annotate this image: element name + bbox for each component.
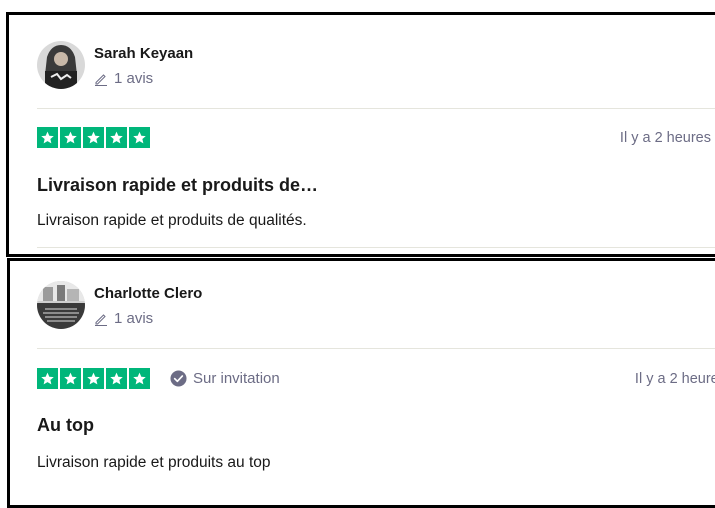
- star-icon: [106, 368, 127, 389]
- rating-row: Il y a 2 heures: [37, 127, 711, 148]
- review-body: Livraison rapide et produits de qualités…: [37, 212, 307, 229]
- star-icon: [129, 368, 150, 389]
- review-body: Livraison rapide et produits au top: [37, 454, 271, 471]
- divider: [37, 348, 715, 349]
- review-card: Charlotte Clero 1 avis Sur invitation Il…: [7, 258, 715, 508]
- star-icon: [37, 127, 58, 148]
- star-rating: [37, 127, 152, 148]
- avatar[interactable]: [37, 41, 85, 89]
- verification-badge[interactable]: Sur invitation: [170, 370, 280, 387]
- star-icon: [60, 368, 81, 389]
- review-date: Il y a 2 heures: [634, 370, 715, 387]
- review-date: Il y a 2 heures: [619, 129, 711, 146]
- star-icon: [37, 368, 58, 389]
- avatar-image: [37, 41, 85, 89]
- review-count-label: 1 avis: [114, 70, 154, 87]
- star-icon: [60, 127, 81, 148]
- pencil-icon: [95, 74, 107, 86]
- review-title[interactable]: Livraison rapide et produits de…: [37, 175, 318, 196]
- review-count: 1 avis: [94, 310, 202, 328]
- review-count: 1 avis: [94, 70, 193, 88]
- consumer-info[interactable]: Sarah Keyaan 1 avis: [37, 41, 193, 89]
- avatar-image: [37, 281, 85, 329]
- rating-row: Sur invitation Il y a 2 heures: [37, 368, 715, 389]
- consumer-name[interactable]: Charlotte Clero: [94, 285, 202, 303]
- review-card: Sarah Keyaan 1 avis Il y a 2 heures Livr…: [6, 12, 715, 257]
- review-count-label: 1 avis: [114, 310, 154, 327]
- star-icon: [83, 368, 104, 389]
- review-title[interactable]: Au top: [37, 415, 94, 436]
- divider: [37, 108, 715, 109]
- star-icon: [83, 127, 104, 148]
- pencil-icon: [95, 314, 107, 326]
- avatar[interactable]: [37, 281, 85, 329]
- star-icon: [129, 127, 150, 148]
- consumer-info[interactable]: Charlotte Clero 1 avis: [37, 281, 202, 329]
- check-circle-icon: [170, 370, 187, 387]
- star-rating: [37, 368, 152, 389]
- verification-label: Sur invitation: [193, 370, 280, 387]
- consumer-name[interactable]: Sarah Keyaan: [94, 45, 193, 63]
- star-icon: [106, 127, 127, 148]
- divider: [37, 247, 715, 248]
